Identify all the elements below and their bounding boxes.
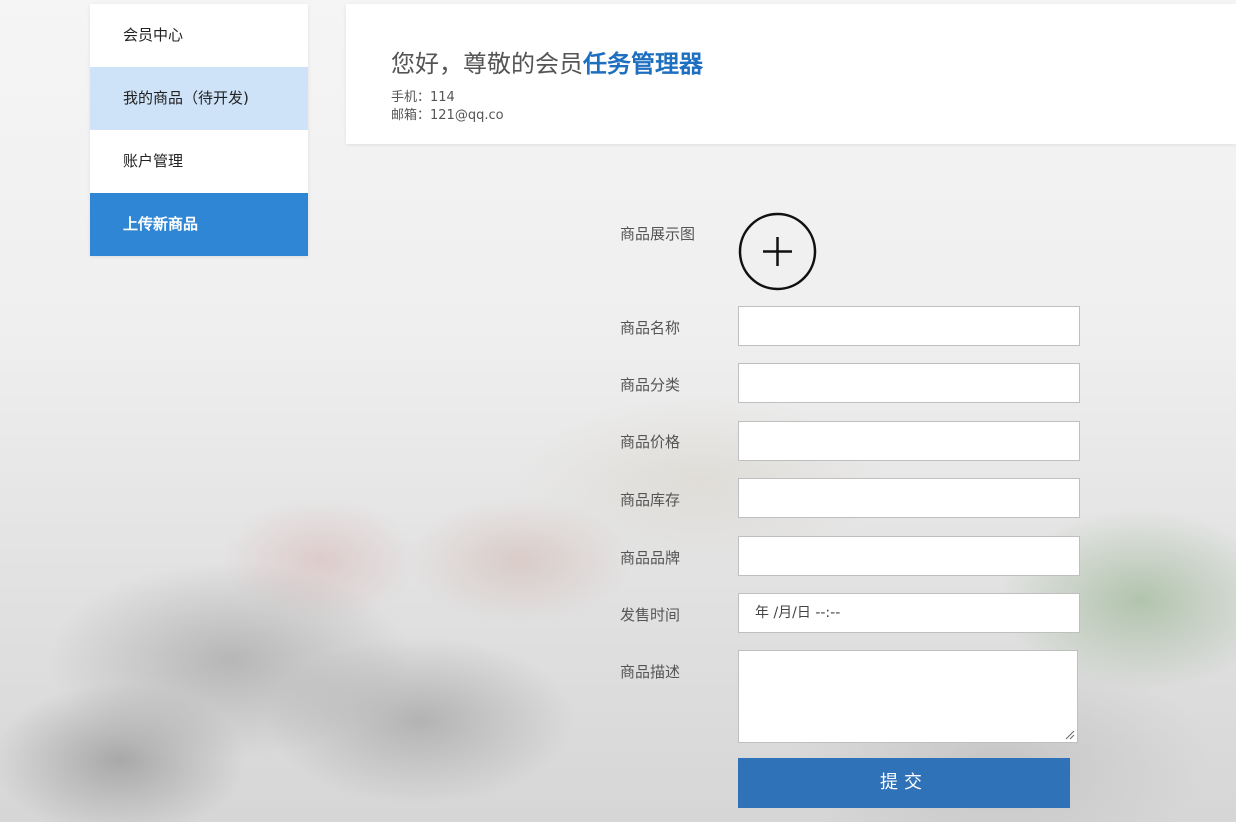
release-time-label: 发售时间 [620,606,681,624]
product-name-input[interactable] [738,306,1080,346]
sidebar-item-upload-product[interactable]: 上传新商品 [90,193,308,256]
product-brand-input[interactable] [738,536,1080,576]
sidebar-item-account-management[interactable]: 账户管理 [90,130,308,193]
member-phone: 手机：114 [391,90,455,105]
product-stock-label: 商品库存 [620,491,681,509]
product-name-label: 商品名称 [620,319,681,337]
product-description-label: 商品描述 [620,663,681,681]
product-category-label: 商品分类 [620,376,681,394]
upload-image-button[interactable] [738,212,817,291]
plus-circle-icon [738,212,817,291]
sidebar: 会员中心 我的商品（待开发) 账户管理 上传新商品 [90,4,308,256]
product-image-label: 商品展示图 [620,225,696,243]
member-email: 邮箱：121@qq.co [391,108,504,123]
member-name: 任务管理器 [583,50,703,78]
member-info-card: 您好，尊敬的会员任务管理器 手机：114 邮箱：121@qq.co [346,4,1236,144]
sidebar-item-member-center[interactable]: 会员中心 [90,4,308,67]
release-time-input[interactable]: 年 /月/日 --:-- [738,593,1080,633]
product-price-label: 商品价格 [620,433,681,451]
greeting: 您好，尊敬的会员任务管理器 [391,44,703,79]
product-stock-input[interactable] [738,478,1080,518]
product-price-input[interactable] [738,421,1080,461]
submit-button[interactable]: 提交 [738,758,1070,808]
product-brand-label: 商品品牌 [620,549,681,567]
greeting-prefix: 您好，尊敬的会员 [391,50,583,78]
sidebar-item-my-products[interactable]: 我的商品（待开发) [90,67,308,130]
product-category-input[interactable] [738,363,1080,403]
resize-grip-icon[interactable] [1065,730,1075,740]
product-description-textarea[interactable] [738,650,1078,743]
